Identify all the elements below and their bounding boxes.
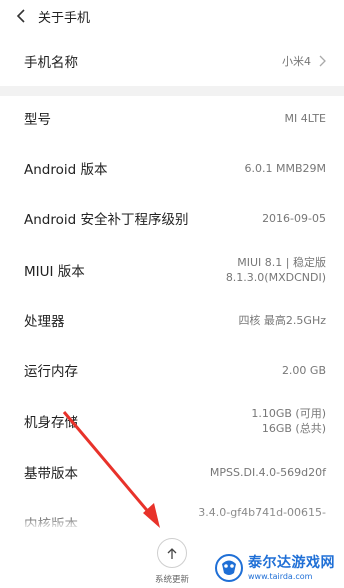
watermark-title: 泰尔达游戏网 <box>248 554 335 571</box>
processor-row: 处理器 四核 最高2.5GHz <box>0 300 344 340</box>
row-label: 处理器 <box>24 314 65 330</box>
row-label: Android 安全补丁程序级别 <box>24 212 189 228</box>
miui-version-line1: MIUI 8.1 | 稳定版 <box>237 256 326 269</box>
chevron-right-icon <box>319 55 326 67</box>
site-logo-icon <box>215 554 243 582</box>
row-label: 型号 <box>24 112 51 128</box>
android-version-row[interactable]: Android 版本 6.0.1 MMB29M <box>0 148 344 188</box>
security-patch-value: 2016-09-05 <box>262 211 326 225</box>
site-watermark: 泰尔达游戏网 www.tairda.com <box>214 551 342 585</box>
processor-value: 四核 最高2.5GHz <box>238 313 326 327</box>
miui-version-value: MIUI 8.1 | 稳定版 8.1.3.0(MXDCNDI) <box>226 255 326 285</box>
ram-row: 运行内存 2.00 GB <box>0 350 344 390</box>
storage-available: 1.10GB (可用) <box>251 407 326 420</box>
ram-value: 2.00 GB <box>281 363 326 377</box>
baseband-row: 基带版本 MPSS.DI.4.0-569d20f <box>0 452 344 492</box>
row-label: 运行内存 <box>24 364 78 380</box>
storage-value: 1.10GB (可用) 16GB (总共) <box>251 406 326 436</box>
row-label: 手机名称 <box>24 55 78 71</box>
page-title: 关于手机 <box>38 10 91 26</box>
model-row: 型号 MI 4LTE <box>0 98 344 138</box>
back-button[interactable] <box>6 0 36 32</box>
back-arrow-icon <box>16 9 25 23</box>
phone-name-value: 小米4 <box>282 54 311 68</box>
arrow-up-icon <box>167 547 177 559</box>
model-value: MI 4LTE <box>284 111 326 125</box>
phone-name-row[interactable]: 手机名称 小米4 <box>0 40 344 82</box>
row-label: 基带版本 <box>24 466 78 482</box>
miui-version-row[interactable]: MIUI 版本 MIUI 8.1 | 稳定版 8.1.3.0(MXDCNDI) <box>0 248 344 292</box>
storage-total: 16GB (总共) <box>261 422 326 435</box>
android-version-value: 6.0.1 MMB29M <box>244 161 326 175</box>
section-divider <box>0 86 344 96</box>
row-label: Android 版本 <box>24 162 108 178</box>
security-patch-row: Android 安全补丁程序级别 2016-09-05 <box>0 198 344 238</box>
row-label: MIUI 版本 <box>24 264 85 280</box>
row-label: 机身存储 <box>24 415 78 431</box>
top-bar: 关于手机 <box>0 0 344 32</box>
watermark-url: www.tairda.com <box>248 571 313 581</box>
baseband-value: MPSS.DI.4.0-569d20f <box>209 465 326 479</box>
system-update-button[interactable] <box>157 538 187 568</box>
watermark-text: 泰尔达游戏网 www.tairda.com <box>248 555 335 582</box>
storage-row[interactable]: 机身存储 1.10GB (可用) 16GB (总共) <box>0 398 344 444</box>
system-update-label: 系统更新 <box>154 575 189 585</box>
miui-version-line2: 8.1.3.0(MXDCNDI) <box>225 271 326 284</box>
